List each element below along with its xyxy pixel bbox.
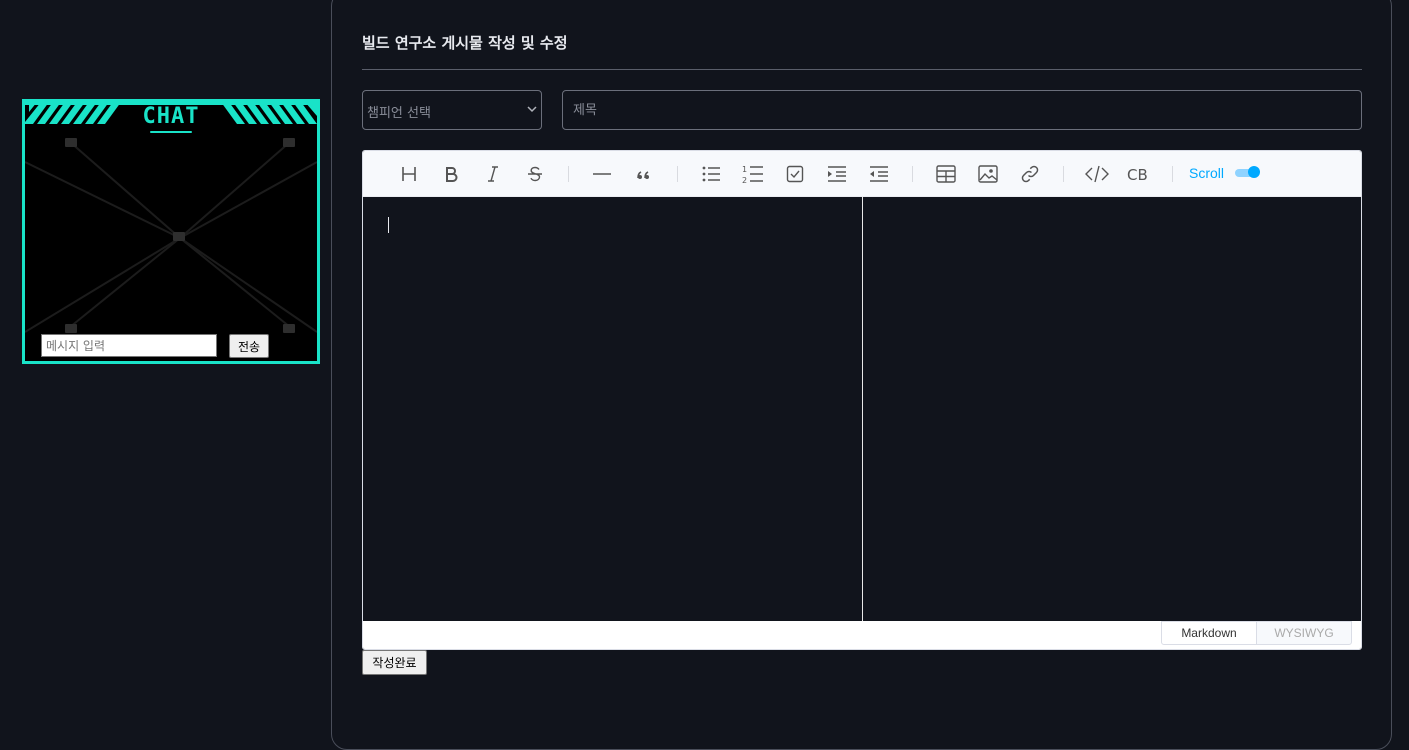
champion-select-label: 챔피언 선택 — [367, 106, 431, 121]
title-input[interactable] — [562, 90, 1362, 130]
image-icon[interactable] — [976, 162, 1000, 186]
codeblock-icon[interactable]: CB — [1126, 162, 1150, 186]
markdown-editor: 12 CB Scroll Markdown WYSIWYG — [362, 150, 1362, 650]
chat-send-button[interactable]: 전송 — [229, 334, 269, 358]
toolbar-divider — [912, 166, 913, 182]
toolbar-divider — [1063, 166, 1064, 182]
chat-background-pattern — [25, 102, 317, 333]
bullet-list-icon[interactable] — [699, 162, 723, 186]
bold-icon[interactable] — [439, 162, 463, 186]
chat-widget: CHAT 전송 — [22, 99, 320, 364]
title-divider — [362, 69, 1362, 70]
quote-icon[interactable] — [632, 162, 656, 186]
task-list-icon[interactable] — [783, 162, 807, 186]
svg-text:1: 1 — [742, 165, 747, 174]
page-title: 빌드 연구소 게시물 작성 및 수정 — [362, 34, 568, 52]
text-caret — [388, 217, 389, 233]
hr-icon[interactable] — [590, 162, 614, 186]
ordered-list-icon[interactable]: 12 — [741, 162, 765, 186]
submit-button[interactable]: 작성완료 — [362, 650, 427, 675]
table-icon[interactable] — [934, 162, 958, 186]
mode-tab-wysiwyg[interactable]: WYSIWYG — [1256, 621, 1352, 645]
codeblock-icon-label: CB — [1127, 166, 1148, 183]
mode-switch-bar: Markdown WYSIWYG — [363, 621, 1361, 649]
chat-title: CHAT — [142, 104, 200, 129]
chat-message-input[interactable] — [41, 334, 217, 357]
indent-icon[interactable] — [825, 162, 849, 186]
champion-select[interactable]: 챔피언 선택 — [362, 90, 542, 130]
toolbar-divider — [677, 166, 678, 182]
preview-pane — [863, 197, 1361, 621]
toolbar-divider — [1172, 166, 1173, 182]
code-icon[interactable] — [1085, 162, 1109, 186]
strike-icon[interactable] — [523, 162, 547, 186]
toolbar-divider — [568, 166, 569, 182]
heading-icon[interactable] — [397, 162, 421, 186]
chevron-down-icon — [527, 106, 537, 113]
scroll-sync-label: Scroll — [1189, 165, 1225, 181]
editor-toolbar: 12 CB Scroll — [363, 151, 1361, 197]
outdent-icon[interactable] — [867, 162, 891, 186]
scroll-sync-toggle[interactable] — [1235, 166, 1261, 178]
svg-text:2: 2 — [742, 176, 747, 184]
link-icon[interactable] — [1018, 162, 1042, 186]
mode-tab-markdown[interactable]: Markdown — [1161, 621, 1257, 645]
markdown-input-pane[interactable] — [363, 197, 863, 621]
italic-icon[interactable] — [481, 162, 505, 186]
toggle-knob — [1248, 166, 1260, 178]
